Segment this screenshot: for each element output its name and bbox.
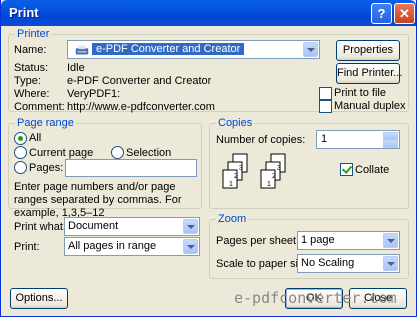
chevron-down-icon[interactable] [383, 256, 398, 271]
all-radio[interactable] [14, 132, 27, 145]
page-range-hint: Enter page numbers and/or page ranges se… [14, 181, 182, 219]
options-button[interactable]: Options... [10, 288, 68, 309]
number-of-copies-value: 1 [321, 133, 328, 145]
pages-per-sheet-label: Pages per sheet: [216, 235, 300, 247]
print-what-label: Print what: [14, 221, 66, 233]
selection-radio[interactable] [111, 146, 124, 159]
page-number-label: 3 [239, 165, 243, 172]
page-range-group-label: Page range [15, 117, 76, 129]
pages-label: Pages: [29, 162, 64, 174]
copies-group-label: Copies [216, 117, 255, 129]
chevron-down-icon[interactable] [303, 42, 318, 57]
chevron-down-icon[interactable] [183, 219, 198, 234]
collate-label: Collate [355, 164, 390, 176]
print-dialog: Print ? ✕ Printer Name: e-PDF Converter … [0, 0, 417, 317]
properties-button[interactable]: Properties [336, 40, 400, 61]
spin-down-icon[interactable] [383, 140, 398, 148]
pages-input[interactable] [65, 159, 197, 177]
pages-radio[interactable] [14, 161, 27, 174]
printer-name-value: e-PDF Converter and Creator [92, 43, 245, 55]
manual-duplex-label: Manual duplex [334, 100, 406, 112]
number-of-copies-label: Number of copies: [216, 134, 306, 146]
chevron-down-icon[interactable] [183, 239, 198, 254]
scale-to-paper-select[interactable]: No Scaling [297, 254, 400, 273]
pages-per-sheet-value: 1 page [301, 234, 335, 246]
comment-value: http://www.e-pdfconverter.com [67, 101, 215, 113]
scale-to-paper-value: No Scaling [301, 257, 355, 269]
printer-name-label: Name: [14, 44, 47, 56]
printer-group-label: Printer [15, 28, 52, 40]
status-value: Idle [67, 62, 85, 74]
manual-duplex-checkbox[interactable] [319, 100, 332, 113]
current-page-radio[interactable] [14, 146, 27, 159]
print-to-file-label: Print to file [334, 87, 386, 99]
page-number-label: 1 [267, 181, 271, 188]
window-title: Print [9, 5, 39, 20]
help-button[interactable]: ? [371, 3, 392, 24]
where-label: Where: [14, 88, 50, 100]
current-page-label: Current page [29, 147, 94, 159]
print-what-value: Document [68, 220, 119, 232]
page-number-label: 1 [229, 181, 233, 188]
type-label: Type: [14, 75, 41, 87]
help-icon: ? [377, 6, 386, 21]
page-number-label: 3 [277, 165, 281, 172]
print-to-file-checkbox[interactable] [319, 87, 332, 100]
collate-checkbox[interactable] [340, 163, 353, 176]
pages-per-sheet-select[interactable]: 1 page [297, 231, 400, 250]
zoom-group-label: Zoom [216, 213, 249, 225]
where-value: VeryPDF1: [67, 88, 121, 100]
chevron-down-icon[interactable] [383, 233, 398, 248]
number-of-copies-spinner[interactable]: 1 [316, 130, 400, 149]
print-what-select[interactable]: Document [64, 217, 200, 236]
type-value: e-PDF Converter and Creator [67, 75, 212, 87]
selection-label: Selection [126, 147, 172, 159]
print-label: Print: [14, 241, 40, 253]
watermark: e-pdfconverter.com [234, 289, 397, 307]
collate-pages-icon: 3 2 1 3 2 1 [222, 153, 286, 189]
printer-icon [75, 45, 89, 55]
all-label: All [29, 132, 42, 144]
close-window-button[interactable]: ✕ [394, 3, 415, 24]
printer-name-select[interactable]: e-PDF Converter and Creator [67, 40, 320, 59]
close-icon: ✕ [399, 5, 410, 21]
comment-label: Comment: [14, 101, 65, 113]
title-bar[interactable]: Print ? ✕ [1, 0, 416, 26]
page-number-label: 2 [272, 173, 276, 180]
status-label: Status: [14, 62, 49, 74]
find-printer-button[interactable]: Find Printer... [336, 63, 402, 84]
print-value: All pages in range [68, 240, 157, 252]
spin-up-icon[interactable] [383, 132, 398, 140]
page-number-label: 2 [234, 173, 238, 180]
print-select[interactable]: All pages in range [64, 237, 200, 256]
